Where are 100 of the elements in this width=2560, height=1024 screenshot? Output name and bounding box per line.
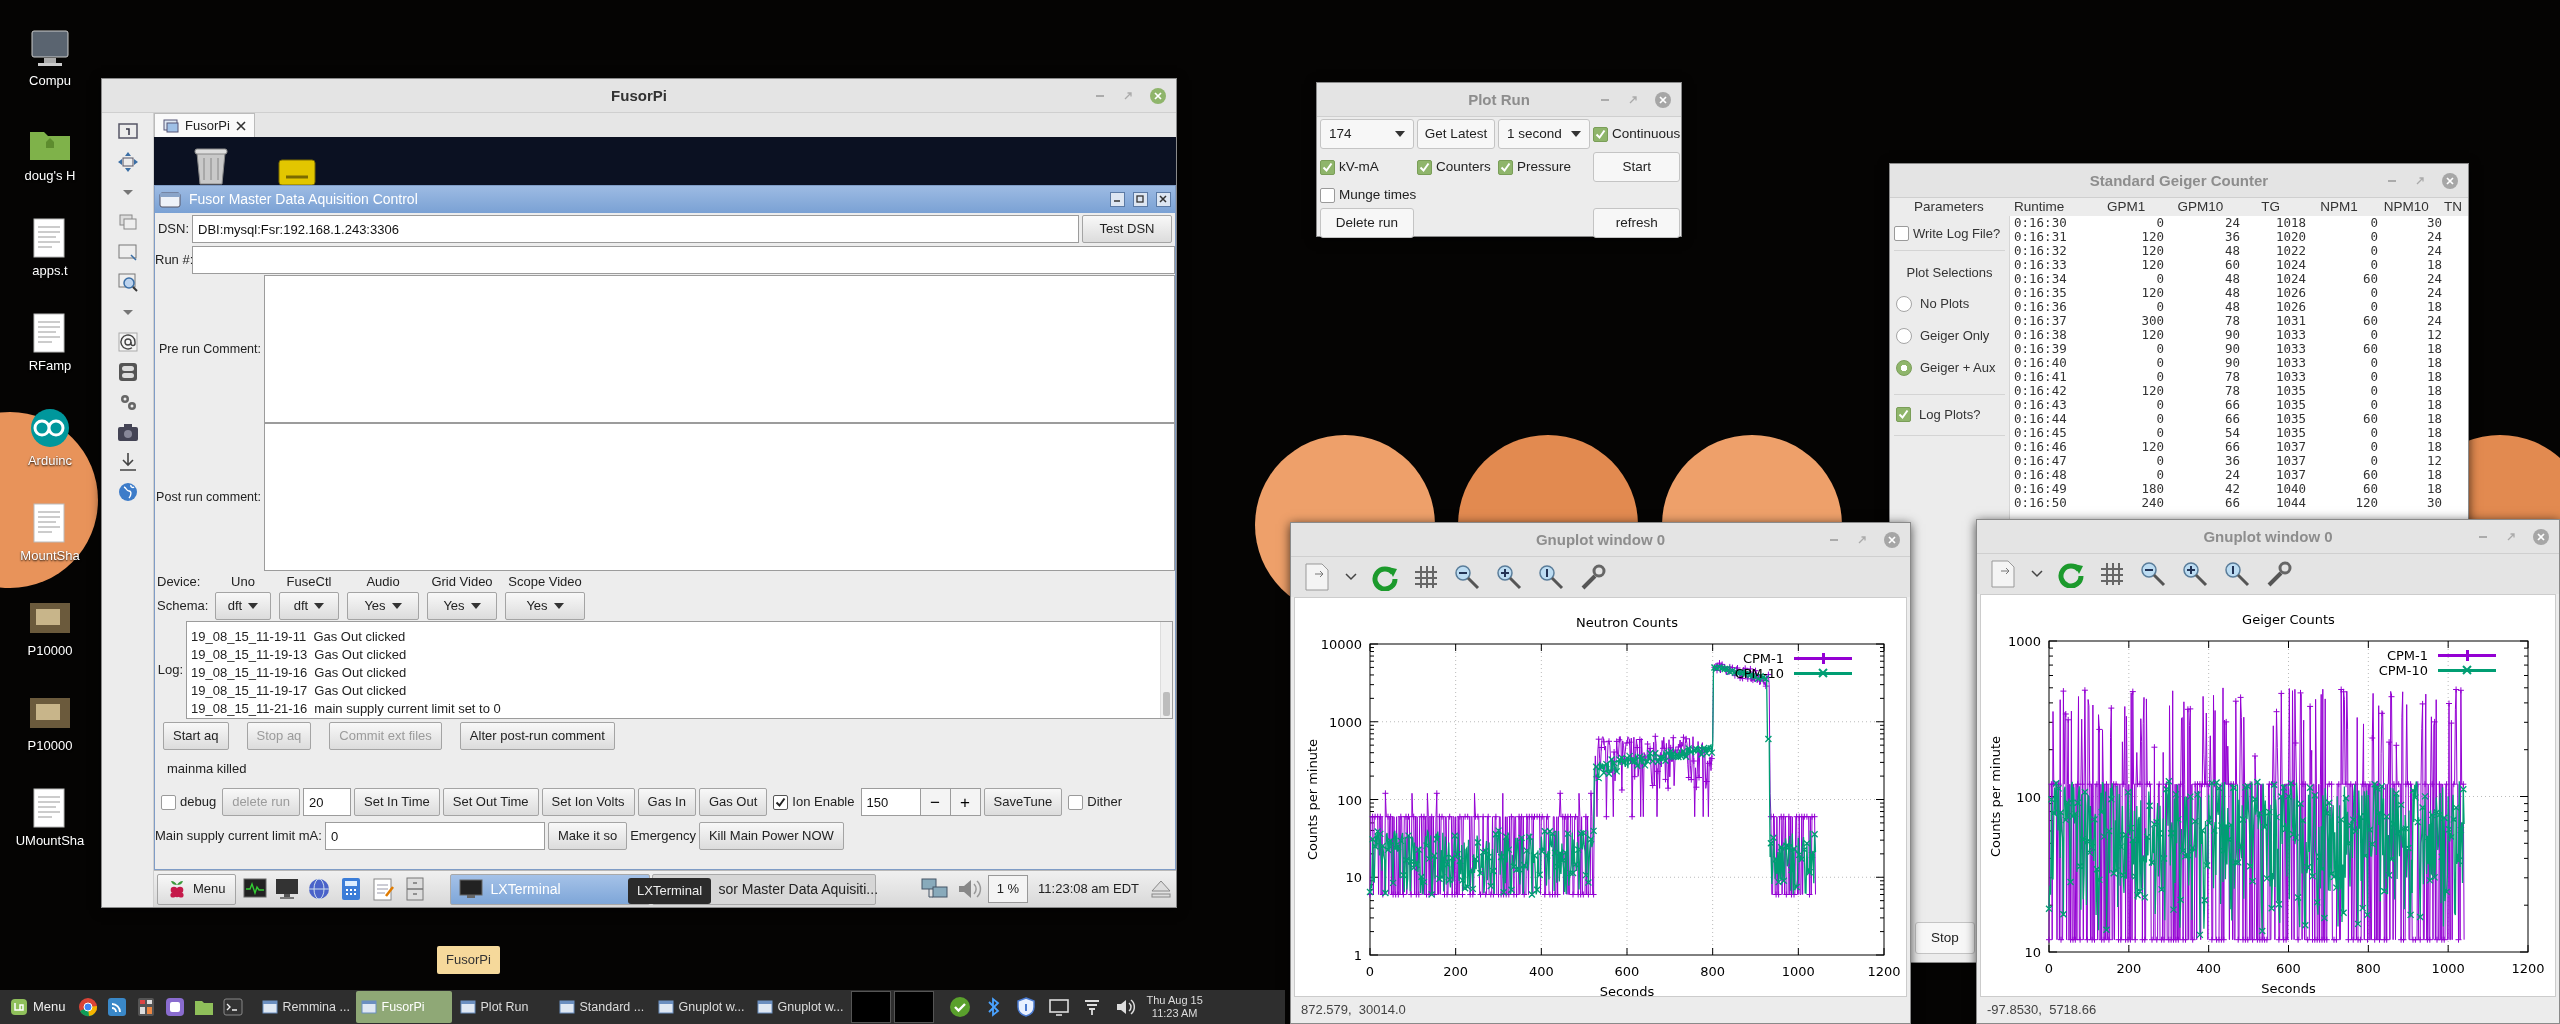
decrement-button[interactable]: −: [920, 788, 951, 816]
move-icon[interactable]: [116, 151, 139, 173]
taskbar-button[interactable]: Remmina ...: [256, 991, 353, 1023]
checkbox[interactable]: [1320, 187, 1335, 203]
taskbar-button[interactable]: Plot Run: [454, 991, 551, 1023]
dropdown[interactable]: Yes: [347, 592, 419, 621]
zoom-in-icon[interactable]: [2181, 560, 2209, 588]
input-field[interactable]: DBI:mysql:Fsr:192.168.1.243:3306: [192, 215, 1079, 243]
workspace-thumbnail[interactable]: [850, 991, 891, 1023]
terminal-icon[interactable]: [221, 996, 244, 1018]
scrollbar[interactable]: [1160, 622, 1172, 718]
increment-button[interactable]: +: [950, 788, 981, 816]
radio-button[interactable]: [1896, 296, 1912, 313]
toggle-icon[interactable]: [116, 361, 139, 383]
shield-icon[interactable]: [1014, 996, 1037, 1018]
checkbox[interactable]: [773, 794, 789, 810]
feed-icon[interactable]: [105, 996, 128, 1018]
radio-button[interactable]: [1896, 328, 1912, 345]
checkbox[interactable]: [1593, 126, 1608, 142]
action-button[interactable]: Start aq: [163, 722, 229, 750]
caret-icon[interactable]: [2031, 570, 2043, 578]
control-button[interactable]: SaveTune: [983, 788, 1063, 816]
control-button[interactable]: Gas Out: [698, 788, 768, 816]
checkbox[interactable]: [1068, 794, 1084, 810]
dropdown[interactable]: 1 second: [1498, 119, 1590, 149]
menu-button[interactable]: Menu: [4, 992, 72, 1022]
browser-icon[interactable]: [76, 996, 99, 1018]
checkbox[interactable]: [161, 794, 176, 810]
display-icon[interactable]: [1047, 996, 1070, 1018]
zoom-reset-icon[interactable]: [1537, 563, 1565, 591]
resize-icon[interactable]: [116, 241, 139, 263]
control-button[interactable]: Set Ion Volts: [541, 788, 635, 816]
drive-icon[interactable]: [278, 159, 316, 185]
wrench-icon[interactable]: [2265, 560, 2293, 588]
maximize-icon[interactable]: [1133, 192, 1148, 207]
icon-label[interactable]: P10000: [27, 643, 73, 659]
at-sign-icon[interactable]: [116, 331, 139, 353]
dropdown[interactable]: dft: [215, 592, 271, 621]
windows-icon[interactable]: [116, 211, 139, 233]
control-button[interactable]: Set In Time: [354, 788, 440, 816]
zoom-icon[interactable]: [116, 271, 139, 293]
comment-field[interactable]: [264, 423, 1175, 571]
zoom-in-icon[interactable]: [1495, 563, 1523, 591]
taskbar-button[interactable]: Standard ...: [553, 991, 650, 1023]
dropdown[interactable]: Yes: [427, 592, 497, 621]
dropdown[interactable]: Yes: [505, 592, 585, 621]
taskbar-button[interactable]: Gnuplot w...: [751, 991, 848, 1023]
close-icon[interactable]: [1156, 192, 1171, 207]
delete-run-button[interactable]: Delete run: [1320, 208, 1414, 238]
camera-icon[interactable]: [116, 421, 139, 443]
clock[interactable]: Thu Aug 15 11:23 AM: [1146, 994, 1203, 1020]
control-button[interactable]: Gas In: [637, 788, 696, 816]
action-button[interactable]: Alter post-run comment: [459, 722, 615, 750]
icon-label[interactable]: RFamp: [28, 358, 72, 374]
start-button[interactable]: Start: [1593, 152, 1681, 182]
eject-icon[interactable]: [1149, 878, 1173, 900]
icon-label[interactable]: apps.t: [32, 263, 68, 279]
comment-field[interactable]: [264, 275, 1175, 423]
radio-button[interactable]: [1896, 360, 1912, 377]
icon-label[interactable]: Compu: [29, 73, 71, 89]
get-latest-button[interactable]: Get Latest: [1417, 119, 1495, 149]
checkbox[interactable]: [1320, 159, 1335, 175]
display-icon[interactable]: [273, 876, 300, 902]
taskbar-button[interactable]: Gnuplot w...: [652, 991, 749, 1023]
dropdown[interactable]: dft: [279, 592, 339, 621]
tab[interactable]: FusorPi: [154, 113, 255, 137]
stop-button[interactable]: Stop: [1915, 922, 1975, 954]
checkbox[interactable]: [1894, 226, 1909, 242]
checkbox[interactable]: [1498, 159, 1513, 175]
zoom-reset-icon[interactable]: [2223, 560, 2251, 588]
workspace-thumbnail[interactable]: [893, 991, 934, 1023]
app-icon[interactable]: [163, 996, 186, 1018]
icon-label[interactable]: doug's H: [24, 168, 76, 184]
menu-button[interactable]: Menu: [157, 873, 236, 905]
make-it-so-button[interactable]: Make it so: [547, 822, 628, 850]
icon-label[interactable]: UMountSha: [15, 833, 85, 849]
column-header: NPM1: [2319, 200, 2359, 214]
check-icon[interactable]: [948, 996, 971, 1018]
checkbox[interactable]: [1417, 159, 1432, 175]
checkbox[interactable]: [1896, 407, 1911, 423]
dropdown[interactable]: 174: [1320, 119, 1414, 149]
zoom-out-icon[interactable]: [1453, 563, 1481, 591]
grid-icon[interactable]: [2099, 561, 2125, 587]
trash-icon[interactable]: [192, 145, 230, 185]
minimize-icon[interactable]: [1110, 192, 1125, 207]
close-icon[interactable]: [235, 120, 246, 131]
test-dsn-button[interactable]: Test DSN: [1082, 215, 1172, 243]
refresh-button[interactable]: refresh: [1593, 208, 1681, 238]
input-field[interactable]: 150: [860, 788, 921, 816]
caret-icon[interactable]: [1345, 573, 1357, 581]
wrench-icon[interactable]: [1579, 563, 1607, 591]
control-button[interactable]: Set Out Time: [442, 788, 539, 816]
icon-label[interactable]: P10000: [27, 738, 73, 754]
grid-icon[interactable]: [1413, 564, 1439, 590]
globe-icon[interactable]: [116, 481, 139, 503]
input-field[interactable]: [192, 246, 1175, 274]
input-field[interactable]: 0: [324, 822, 545, 850]
kill-power-button[interactable]: Kill Main Power NOW: [698, 822, 844, 850]
zoom-out-icon[interactable]: [2139, 560, 2167, 588]
input-field[interactable]: 20: [303, 788, 351, 816]
